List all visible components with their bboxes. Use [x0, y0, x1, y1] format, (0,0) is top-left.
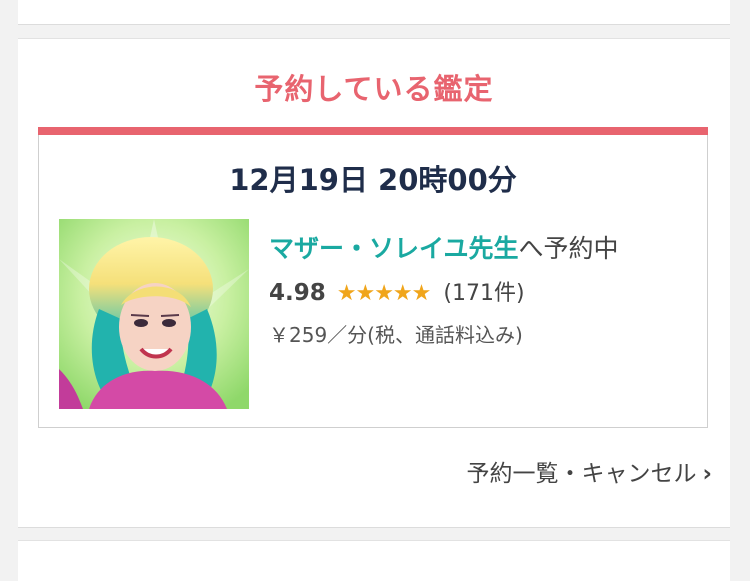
accent-bar: [38, 127, 708, 135]
section-title: 予約している鑑定: [254, 72, 494, 106]
teacher-avatar[interactable]: [59, 219, 249, 409]
reservation-section: 予約している鑑定 12月19日 20時00分 マザー・ソレイユ先生へ予約中 4.…: [18, 38, 730, 528]
booking-date: 12月19日 20時00分: [229, 163, 517, 197]
star-rating-icon: ★★★★★: [336, 281, 432, 306]
rating-line: 4.98 ★★★★★ (171件): [269, 275, 689, 307]
teacher-name-link[interactable]: マザー・ソレイユ先生: [269, 234, 519, 263]
next-card: [18, 540, 730, 581]
teacher-line: マザー・ソレイユ先生へ予約中: [269, 229, 689, 265]
reservation-list-label: 予約一覧・キャンセル: [466, 461, 697, 487]
reservation-list-link[interactable]: 予約一覧・キャンセル ›: [467, 454, 712, 488]
rating-value: 4.98: [269, 280, 326, 306]
teacher-info: マザー・ソレイユ先生へ予約中 4.98 ★★★★★ (171件) ￥259／分(…: [269, 229, 689, 348]
chevron-right-icon: ›: [702, 461, 712, 487]
booking-card[interactable]: 12月19日 20時00分 マザー・ソレイユ先生へ予約中 4.98 ★★★★★ …: [38, 127, 708, 428]
teacher-portrait-icon: [59, 219, 249, 409]
status-suffix: へ予約中: [518, 234, 619, 263]
review-count: (171件): [443, 281, 525, 306]
price-text: ￥259／分(税、通話料込み): [269, 323, 523, 347]
previous-card: [18, 0, 730, 25]
